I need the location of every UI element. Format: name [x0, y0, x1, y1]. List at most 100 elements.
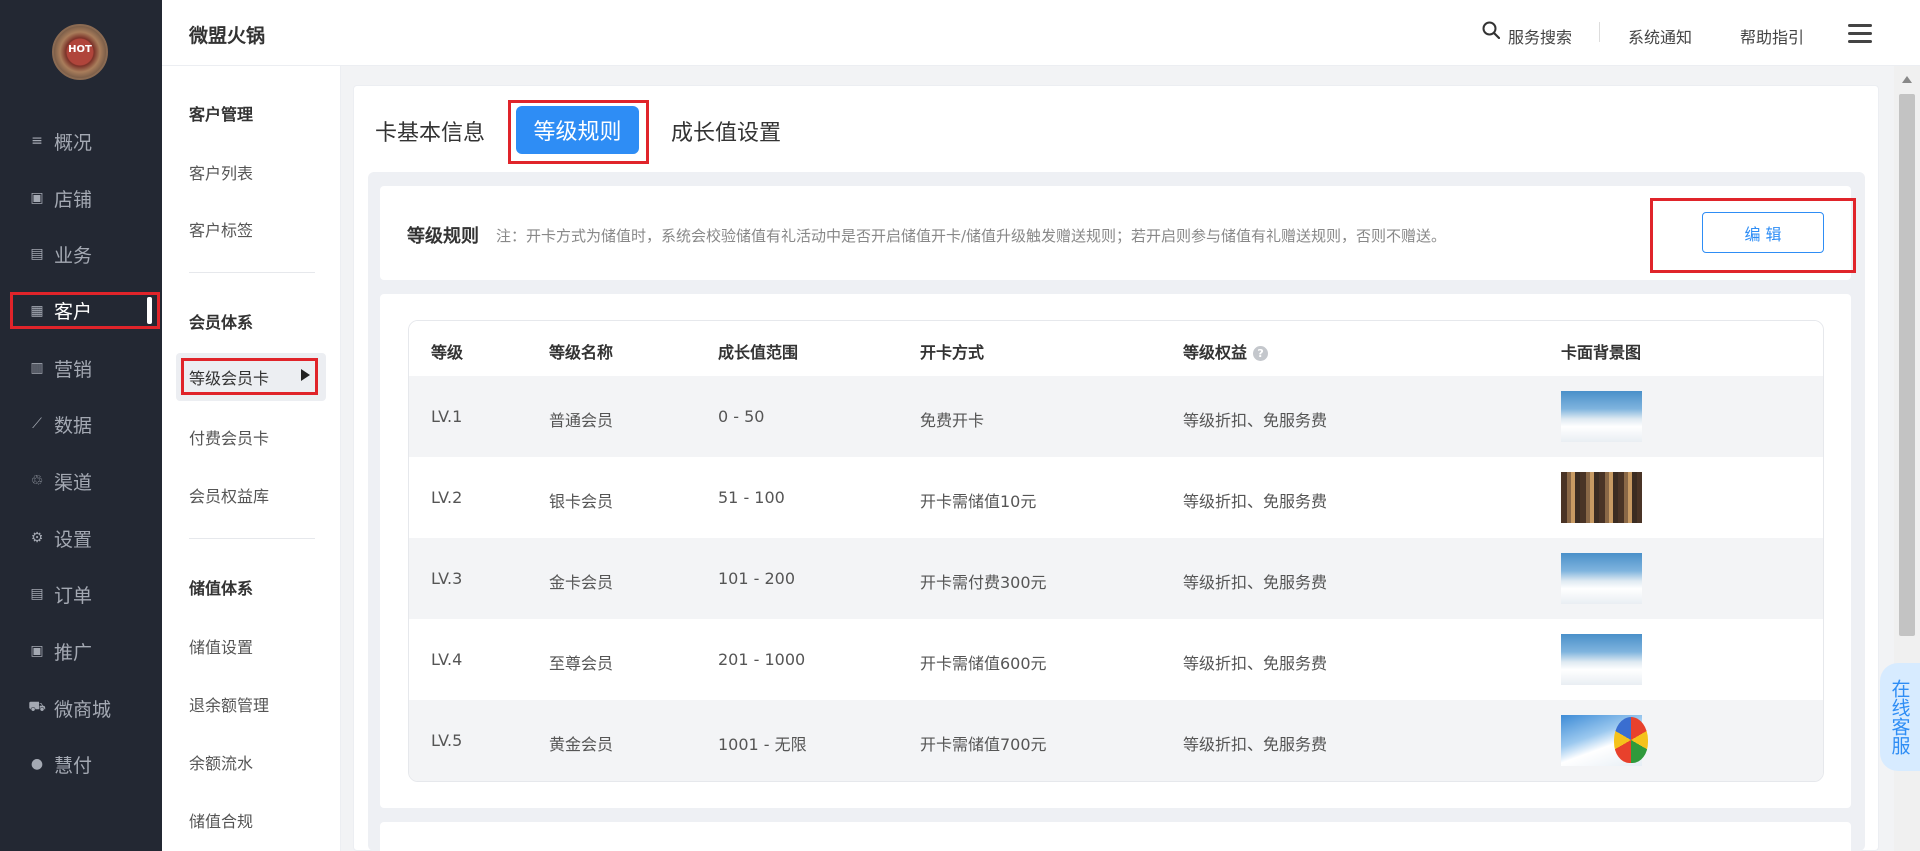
overview-icon: ≡	[31, 133, 43, 149]
settings-icon: ⚙	[30, 530, 44, 546]
nav-item-label: 推广	[54, 641, 93, 664]
table-row: LV.5 黄金会员 1001 - 无限 开卡需储值700元 等级折扣、免服务费	[409, 700, 1823, 781]
scroll-up-icon[interactable]	[1902, 76, 1912, 83]
tab-growth-settings[interactable]: 成长值设置	[671, 115, 781, 147]
nav-item-9[interactable]: ▤ 订单	[0, 574, 162, 614]
scroll-thumb[interactable]	[1899, 94, 1915, 636]
nav-item-7[interactable]: ♲ 渠道	[0, 461, 162, 501]
cell-benefits: 等级折扣、免服务费	[1183, 492, 1328, 511]
nav-item-3[interactable]: ▤ 业务	[0, 234, 162, 274]
subnav-head-member: 会员体系	[189, 313, 254, 332]
cell-range: 0 - 50	[718, 407, 765, 426]
active-indicator	[147, 297, 152, 324]
lower-box	[380, 822, 1851, 851]
vip-card-icon: ▦	[30, 302, 44, 319]
nav-item-label: 业务	[54, 244, 93, 267]
pay-icon: ●	[30, 756, 44, 772]
cell-name: 普通会员	[549, 411, 614, 430]
cell-range: 51 - 100	[718, 488, 785, 507]
nav-item-5[interactable]: ▥ 营销	[0, 348, 162, 388]
system-notice-link[interactable]: 系统通知	[1628, 24, 1692, 48]
cell-name: 至尊会员	[549, 654, 614, 673]
subnav-divider	[189, 272, 315, 273]
col-name: 等级名称	[549, 343, 614, 362]
nav-item-6[interactable]: ⟋ 数据	[0, 404, 162, 444]
online-service-button[interactable]: 在线客服	[1880, 663, 1920, 771]
cell-benefits: 等级折扣、免服务费	[1183, 573, 1328, 592]
nav-item-1[interactable]: ≡ 概况	[0, 121, 162, 161]
cell-range: 201 - 1000	[718, 650, 806, 669]
subnav-item-customer-list[interactable]: 客户列表	[189, 160, 253, 184]
subnav-item-customer-tags[interactable]: 客户标签	[189, 217, 253, 241]
cell-method: 免费开卡	[920, 411, 985, 430]
cell-method: 开卡需储值700元	[920, 735, 1047, 754]
subnav-item-refund-mgmt[interactable]: 退余额管理	[189, 692, 269, 716]
subnav-head-stored: 储值体系	[189, 579, 254, 598]
nav-item-8[interactable]: ⚙ 设置	[0, 518, 162, 558]
col-benefits: 等级权益?	[1183, 339, 1269, 363]
search-icon[interactable]	[1482, 21, 1500, 39]
cell-level: LV.3	[431, 569, 463, 588]
store-icon: ▣	[30, 190, 44, 206]
cell-range: 1001 - 无限	[718, 735, 807, 754]
nav-item-label: 概况	[54, 131, 93, 154]
subnav-divider	[189, 538, 315, 539]
col-bg-image: 卡面背景图	[1561, 343, 1642, 362]
subnav-item-level-card[interactable]: 等级会员卡	[181, 358, 318, 395]
nav-item-10[interactable]: ▣ 推广	[0, 631, 162, 671]
tab-card-basic-info[interactable]: 卡基本信息	[375, 115, 485, 147]
table-row: LV.3 金卡会员 101 - 200 开卡需付费300元 等级折扣、免服务费	[409, 538, 1823, 619]
nav-item-label: 订单	[54, 584, 93, 607]
logo-text: HOT	[68, 44, 92, 55]
subnav-item-stored-settings[interactable]: 储值设置	[189, 634, 253, 658]
nav-item-12[interactable]: ● 慧付	[0, 744, 162, 784]
card-bg-thumbnail[interactable]	[1561, 391, 1642, 442]
nav-item-label: 渠道	[54, 471, 93, 494]
help-guide-link[interactable]: 帮助指引	[1740, 24, 1804, 48]
brand-logo[interactable]: HOT	[52, 24, 108, 80]
nav-item-4[interactable]: ▦ 客户	[10, 292, 160, 329]
edit-button[interactable]: 编 辑	[1702, 212, 1824, 253]
help-question-icon[interactable]: ?	[1253, 346, 1269, 361]
col-range: 成长值范围	[718, 343, 799, 362]
tab-level-rules[interactable]: 等级规则	[516, 106, 639, 154]
card-bg-thumbnail[interactable]	[1561, 715, 1648, 766]
cell-method: 开卡需付费300元	[920, 573, 1047, 592]
nav-item-2[interactable]: ▣ 店铺	[0, 178, 162, 218]
rules-note: 注：开卡方式为储值时，系统会校验储值有礼活动中是否开启储值开卡/储值升级触发赠送…	[496, 227, 1447, 245]
topbar-divider	[1599, 22, 1600, 42]
brand-name: 微盟火锅	[189, 25, 266, 47]
cell-level: LV.5	[431, 731, 463, 750]
card-bg-thumbnail[interactable]	[1561, 472, 1642, 523]
caret-right-icon	[301, 369, 310, 381]
menu-icon[interactable]	[1848, 24, 1872, 44]
marketing-icon: ▥	[30, 360, 44, 376]
subnav-item-rights-lib[interactable]: 会员权益库	[189, 483, 269, 507]
subnav-item-balance-flow[interactable]: 余额流水	[189, 750, 253, 774]
cell-method: 开卡需储值600元	[920, 654, 1047, 673]
cell-level: LV.4	[431, 650, 463, 669]
col-benefits-label: 等级权益	[1183, 343, 1248, 362]
top-bar: 微盟火锅 服务搜索 系统通知 帮助指引	[162, 0, 1920, 66]
service-search-link[interactable]: 服务搜索	[1508, 24, 1572, 48]
card-bg-thumbnail[interactable]	[1561, 634, 1642, 685]
col-level: 等级	[431, 343, 464, 362]
nav-item-label: 慧付	[54, 754, 93, 777]
promotion-icon: ▣	[30, 643, 44, 659]
cell-name: 黄金会员	[549, 735, 614, 754]
subnav-item-stored-compliance[interactable]: 储值合规	[189, 808, 253, 832]
table-row: LV.2 银卡会员 51 - 100 开卡需储值10元 等级折扣、免服务费	[409, 457, 1823, 538]
cell-benefits: 等级折扣、免服务费	[1183, 654, 1328, 673]
subnav-head-customer: 客户管理	[189, 105, 254, 124]
cell-method: 开卡需储值10元	[920, 492, 1037, 511]
nav-item-label: 客户	[54, 301, 93, 323]
subnav-item-paid-card[interactable]: 付费会员卡	[189, 425, 269, 449]
col-method: 开卡方式	[920, 343, 985, 362]
cell-level: LV.1	[431, 407, 463, 426]
card-bg-thumbnail[interactable]	[1561, 553, 1642, 604]
nav-item-11[interactable]: ⛟ 微商城	[0, 688, 162, 728]
cell-benefits: 等级折扣、免服务费	[1183, 411, 1328, 430]
nav-item-label: 数据	[54, 414, 93, 437]
nav-item-label: 微商城	[54, 698, 112, 721]
cell-level: LV.2	[431, 488, 463, 507]
